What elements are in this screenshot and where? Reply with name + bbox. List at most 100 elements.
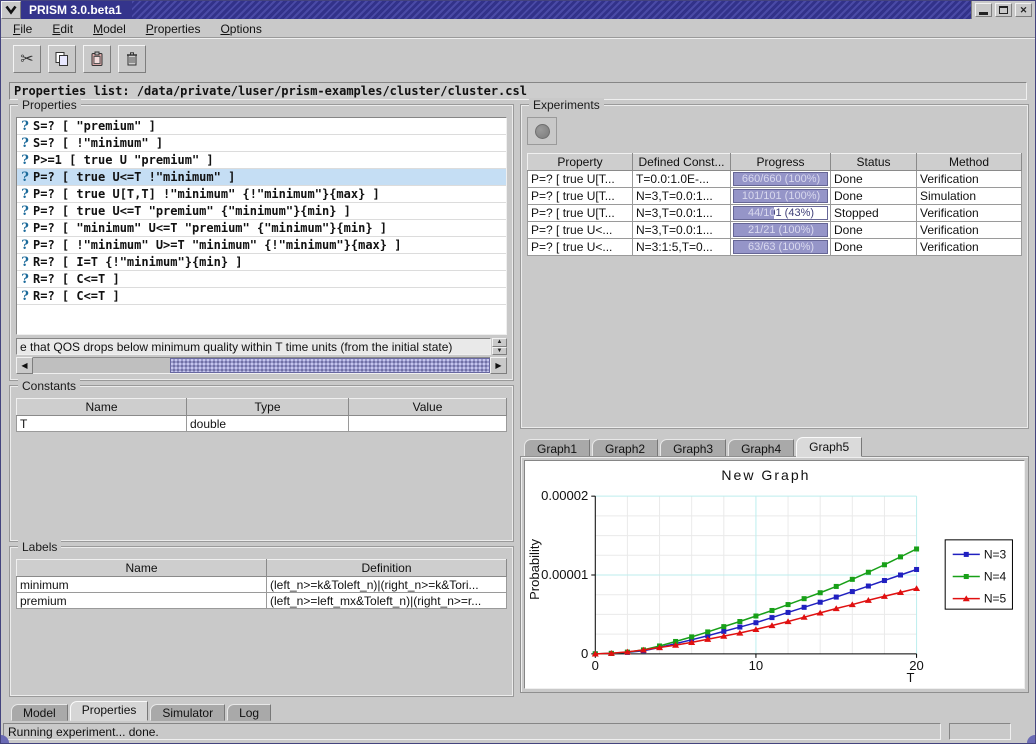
properties-list: ?S=? [ "premium" ]?S=? [ !"minimum" ]?P>… [16,117,507,335]
marker-N=4 [834,584,839,589]
experiments-table: PropertyDefined Const...ProgressStatusMe… [527,153,1022,256]
tab-log[interactable]: Log [227,704,271,721]
property-list-item[interactable]: ?P=? [ true U<=T !"minimum" ] [17,169,506,186]
menu-options[interactable]: Options [214,21,267,37]
table-row[interactable]: premium(left_n>=left_mx&Toleft_n)|(right… [17,593,507,609]
y-tick-label: 0.00002 [541,488,588,503]
tab-model[interactable]: Model [11,704,68,721]
table-cell: double [187,416,349,432]
cut-button[interactable]: ✂ [13,45,41,73]
property-list-item[interactable]: ?R=? [ C<=T ] [17,288,506,305]
property-list-item[interactable]: ?P=? [ true U<=T "premium" {"minimum"}{m… [17,203,506,220]
property-list-item[interactable]: ?P=? [ !"minimum" U>=T "minimum" {!"mini… [17,237,506,254]
property-text: R=? [ C<=T ] [33,272,120,286]
column-header[interactable]: Status [831,154,917,171]
property-text: S=? [ !"minimum" ] [33,136,163,150]
scroll-left-button[interactable]: ◀ [16,357,33,374]
menu-model[interactable]: Model [87,21,132,37]
experiment-row[interactable]: P=? [ true U[T...N=3,T=0.0:1...101/101 (… [528,188,1022,205]
tab-graph5[interactable]: Graph5 [796,437,862,457]
labels-body: minimum(left_n>=k&Toleft_n)|(right_n>=k&… [17,577,507,609]
experiment-row[interactable]: P=? [ true U[T...N=3,T=0.0:1...44/101 (4… [528,205,1022,222]
trash-icon [124,51,140,67]
properties-group: Properties ?S=? [ "premium" ]?S=? [ !"mi… [9,104,514,381]
tab-graph1[interactable]: Graph1 [524,439,590,457]
scrollbar-track[interactable] [33,357,490,374]
x-axis-label: T [907,670,915,685]
property-text: P=? [ "minimum" U<=T "premium" {"minimum… [33,221,387,235]
column-header[interactable]: Method [917,154,1022,171]
experiment-row[interactable]: P=? [ true U<...N=3,T=0.0:1...21/21 (100… [528,222,1022,239]
close-icon: ✕ [1020,5,1028,16]
toolbar: ✂ [1,38,1035,80]
column-header[interactable]: Defined Const... [633,154,731,171]
tab-properties[interactable]: Properties [70,701,149,721]
scrollbar-thumb[interactable] [170,358,490,373]
legend-label-N=4: N=4 [984,570,1007,584]
labels-group-title: Labels [18,540,61,554]
stop-icon [535,124,550,139]
paste-button[interactable] [83,45,111,73]
tab-simulator[interactable]: Simulator [150,704,225,721]
constants-group: Constants NameTypeValue Tdouble [9,385,514,542]
menu-properties[interactable]: Properties [140,21,207,37]
table-row[interactable]: minimum(left_n>=k&Toleft_n)|(right_n>=k&… [17,577,507,593]
question-icon: ? [17,255,33,270]
tab-graph4[interactable]: Graph4 [728,439,794,457]
marker-N=4 [721,624,726,629]
marker-N=3 [753,620,758,625]
experiment-row[interactable]: P=? [ true U[T...T=0.0:1.0E-...660/660 (… [528,171,1022,188]
marker-N=4 [898,554,903,559]
experiment-row[interactable]: P=? [ true U<...N=3:1:5,T=0...63/63 (100… [528,239,1022,256]
marker-N=4 [737,619,742,624]
copy-icon [54,51,70,67]
property-text: S=? [ "premium" ] [33,119,156,133]
properties-list-path: Properties list: /data/private/luser/pri… [9,82,1027,100]
menu-file[interactable]: File [7,21,38,37]
delete-button[interactable] [118,45,146,73]
graph-tab-panel: 0102000.000010.00002New GraphTProbabilit… [520,456,1029,693]
marker-N=3 [882,578,887,583]
copy-button[interactable] [48,45,76,73]
column-header[interactable]: Progress [731,154,831,171]
experiment-property-cell: P=? [ true U<... [528,239,633,256]
column-header[interactable]: Type [187,399,349,416]
spinner-up-button[interactable]: ▲ [492,338,507,347]
spinner-down-button[interactable]: ▼ [492,347,507,356]
column-header[interactable]: Value [349,399,507,416]
marker-N=3 [818,600,823,605]
property-list-item[interactable]: ?P>=1 [ true U "premium" ] [17,152,506,169]
property-list-item[interactable]: ?R=? [ C<=T ] [17,271,506,288]
progress-fill: 660/660 (100%) [734,173,827,185]
column-header[interactable]: Definition [267,560,507,577]
tab-graph2[interactable]: Graph2 [592,439,658,457]
table-row[interactable]: Tdouble [17,416,507,432]
progress-fill: 44/101 (43%) [734,207,774,219]
maximize-button[interactable] [995,3,1012,17]
property-list-item[interactable]: ?S=? [ !"minimum" ] [17,135,506,152]
progress-bar: 101/101 (100%)101/101 (100%) [733,189,828,203]
marker-N=4 [786,602,791,607]
scroll-right-button[interactable]: ▶ [490,357,507,374]
question-icon: ? [17,238,33,253]
property-list-item[interactable]: ?P=? [ "minimum" U<=T "premium" {"minimu… [17,220,506,237]
marker-N=3 [802,605,807,610]
experiments-group: Experiments PropertyDefined Const...Prog… [520,104,1029,429]
column-header[interactable]: Property [528,154,633,171]
experiment-method-cell: Verification [917,239,1022,256]
question-icon: ? [17,289,33,304]
column-header[interactable]: Name [17,560,267,577]
column-header[interactable]: Name [17,399,187,416]
tab-graph3[interactable]: Graph3 [660,439,726,457]
menu-edit[interactable]: Edit [46,21,79,37]
close-button[interactable]: ✕ [1015,3,1032,17]
property-list-item[interactable]: ?P=? [ true U[T,T] !"minimum" {!"minimum… [17,186,506,203]
property-list-item[interactable]: ?R=? [ I=T {!"minimum"}{min} ] [17,254,506,271]
minimize-button[interactable] [975,3,992,17]
marker-N=4 [914,546,919,551]
progress-text-fill: 101/101 (100%) [734,190,827,202]
stop-experiment-button[interactable] [527,117,557,145]
experiment-constants-cell: N=3,T=0.0:1... [633,188,731,205]
property-list-item[interactable]: ?S=? [ "premium" ] [17,118,506,135]
window-menu-button[interactable] [1,1,21,19]
